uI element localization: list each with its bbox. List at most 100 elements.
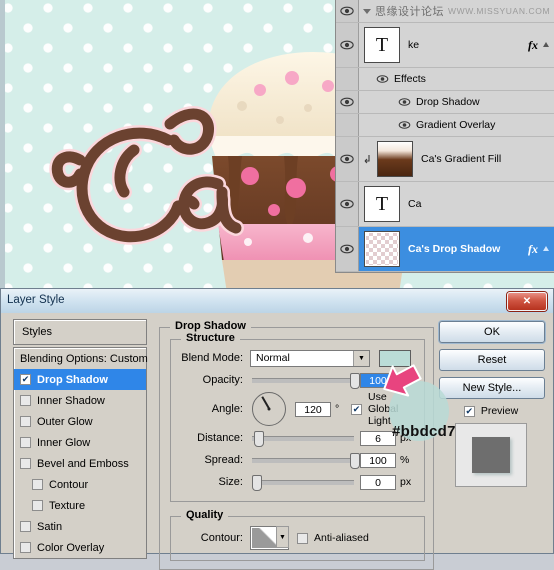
ok-button[interactable]: OK (439, 321, 545, 343)
distance-slider-knob[interactable] (254, 430, 265, 447)
size-input[interactable]: 0 (360, 474, 396, 490)
eye-icon[interactable] (340, 244, 354, 254)
layer-row-effects[interactable]: Effects (336, 68, 554, 91)
opacity-slider-knob[interactable] (349, 372, 360, 389)
chevron-up-icon[interactable] (542, 41, 550, 49)
effect-label[interactable]: Gradient Overlay (416, 119, 550, 131)
style-item-contour[interactable]: Contour (14, 474, 146, 495)
chevron-down-icon[interactable] (362, 6, 372, 16)
eye-icon[interactable] (340, 6, 354, 16)
structure-group-title: Structure (181, 332, 240, 344)
anti-aliased-row[interactable]: Anti-aliased (297, 532, 369, 544)
eye-icon[interactable] (398, 97, 411, 107)
script-lettering-ca (42, 88, 312, 268)
spread-unit: % (400, 454, 410, 466)
style-item-bevel-and-emboss[interactable]: Bevel and Emboss (14, 453, 146, 474)
checkbox-use-global-light[interactable] (351, 403, 362, 415)
annotation-arrow-icon (378, 360, 424, 406)
layer-name[interactable]: Ca (408, 198, 550, 210)
style-item-outer-glow[interactable]: Outer Glow (14, 411, 146, 432)
blend-mode-select[interactable]: Normal ▼ (250, 349, 370, 367)
checkbox-preview[interactable] (463, 405, 475, 417)
distance-slider[interactable] (252, 430, 354, 447)
chevron-down-icon[interactable]: ▼ (353, 350, 369, 366)
checkbox-contour[interactable] (32, 479, 43, 490)
reset-button[interactable]: Reset (439, 349, 545, 371)
effect-label[interactable]: Drop Shadow (416, 96, 550, 108)
eye-icon[interactable] (340, 154, 354, 164)
checkbox-inner-glow[interactable] (20, 437, 31, 448)
layer-row-ke[interactable]: T ke fx (336, 23, 554, 68)
layers-panel[interactable]: 思缘设计论坛 WWW.MISSYUAN.COM T ke fx Effects (335, 0, 554, 273)
spread-slider-knob[interactable] (349, 452, 360, 469)
checkbox-anti-aliased[interactable] (297, 532, 308, 544)
layer-style-dialog[interactable]: Layer Style ✕ Styles Blending Options: C… (0, 288, 554, 570)
layer-row-cas-gradient-fill[interactable]: Ca's Gradient Fill (336, 137, 554, 182)
eye-icon[interactable] (398, 120, 411, 130)
annotation-hex-value: #bbdcd7 (392, 423, 456, 440)
angle-input[interactable]: 120 (295, 401, 331, 417)
watermark-cn: 思缘设计论坛 (375, 6, 444, 18)
contour-preset-picker[interactable]: ▼ (250, 526, 289, 550)
layer-thumbnail-text[interactable]: T (364, 186, 400, 222)
layer-thumbnail-text[interactable]: T (364, 27, 400, 63)
distance-input[interactable]: 6 (360, 430, 396, 446)
layer-thumbnail-transparent[interactable] (364, 231, 400, 267)
quality-group-title: Quality (181, 509, 229, 521)
style-item-inner-glow[interactable]: Inner Glow (14, 432, 146, 453)
effects-label[interactable]: Effects (394, 73, 550, 85)
dialog-titlebar[interactable]: Layer Style ✕ (1, 289, 553, 314)
layer-row-cas-drop-shadow[interactable]: Ca's Drop Shadow fx (336, 227, 554, 272)
style-item-satin[interactable]: Satin (14, 516, 146, 537)
style-item-color-overlay[interactable]: Color Overlay (14, 537, 146, 558)
checkbox-texture[interactable] (32, 500, 43, 511)
layer-row-gradient-overlay-effect[interactable]: Gradient Overlay (336, 114, 554, 137)
visibility-column (336, 182, 359, 226)
style-item-inner-shadow[interactable]: Inner Shadow (14, 390, 146, 411)
layer-row-effects-2[interactable]: Effects (336, 272, 554, 273)
opacity-slider[interactable] (252, 372, 360, 389)
eye-icon[interactable] (340, 40, 354, 50)
fx-icon[interactable]: fx (528, 242, 538, 257)
checkbox-drop-shadow[interactable] (20, 374, 31, 385)
close-icon[interactable]: ✕ (507, 292, 547, 311)
styles-list-panel[interactable]: Styles Blending Options: Custom Drop Sha… (13, 319, 148, 559)
spread-input[interactable]: 100 (360, 452, 396, 468)
visibility-column (336, 137, 359, 181)
new-style-button[interactable]: New Style... (439, 377, 545, 399)
layer-name[interactable]: Ca's Drop Shadow (408, 243, 528, 255)
chevron-up-icon[interactable] (542, 245, 550, 253)
layer-name[interactable]: ke (408, 39, 528, 51)
style-item-drop-shadow[interactable]: Drop Shadow (14, 369, 146, 390)
style-item-label: Satin (37, 520, 63, 533)
checkbox-bevel-and-emboss[interactable] (20, 458, 31, 469)
checkbox-color-overlay[interactable] (20, 542, 31, 553)
eye-icon[interactable] (376, 74, 389, 84)
layer-row-ca[interactable]: T Ca (336, 182, 554, 227)
fx-icon[interactable]: fx (528, 38, 538, 53)
styles-header-label: Styles (22, 326, 52, 338)
layer-thumbnail-gradient[interactable] (377, 141, 413, 177)
eye-icon[interactable] (340, 97, 354, 107)
size-slider[interactable] (252, 474, 354, 491)
checkbox-inner-shadow[interactable] (20, 395, 31, 406)
style-item-blending-options[interactable]: Blending Options: Custom (14, 348, 148, 369)
blend-mode-label: Blend Mode: (181, 352, 243, 364)
styles-items[interactable]: Blending Options: Custom Drop Shadow Inn… (13, 347, 148, 559)
spread-slider[interactable] (252, 452, 360, 469)
preview-label: Preview (480, 405, 519, 417)
chevron-down-icon[interactable]: ▼ (276, 526, 289, 548)
angle-dial[interactable] (252, 392, 286, 426)
preview-row[interactable]: Preview (439, 405, 543, 417)
size-slider-knob[interactable] (252, 474, 262, 491)
quality-group: Quality Contour: ▼ Anti-aliased (170, 509, 425, 561)
checkbox-satin[interactable] (20, 521, 31, 532)
layer-group-header-row[interactable]: 思缘设计论坛 WWW.MISSYUAN.COM (336, 0, 554, 23)
eye-icon[interactable] (340, 199, 354, 209)
checkbox-outer-glow[interactable] (20, 416, 31, 427)
contour-row: Contour: ▼ Anti-aliased (181, 524, 416, 552)
layer-row-drop-shadow-effect[interactable]: Drop Shadow (336, 91, 554, 114)
style-item-label: Inner Shadow (37, 394, 105, 407)
layer-name[interactable]: Ca's Gradient Fill (421, 153, 550, 165)
style-item-texture[interactable]: Texture (14, 495, 146, 516)
